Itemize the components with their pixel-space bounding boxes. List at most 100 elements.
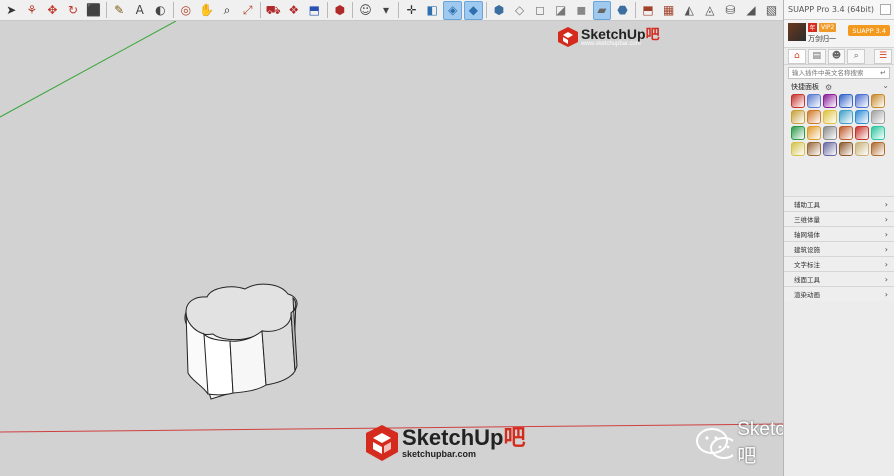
monochrome-icon[interactable]: ◭ — [680, 1, 699, 20]
toolbar-separator — [485, 2, 487, 18]
user-account-icon[interactable]: ☺ — [356, 1, 375, 20]
toolbar-separator — [398, 2, 400, 18]
zoom-icon[interactable]: ⌕ — [218, 1, 237, 20]
main-toolbar: ➤ ⚘ ✥ ↻ ⬛ ✎ A ◐ ◎ ✋ ⌕ ⤢ ⛟ ❖ ⬒ ⬢ ☺ ▾ ✛ ◧ ◈ ◆ ⬢ ◇ ◻ ◪ ◼ ▰ ⬣ ⬒ ▦ ◭ ◬ ⛁ ◢ ▧ — [0, 0, 783, 21]
plugin-icon[interactable] — [871, 94, 885, 108]
scale-icon[interactable]: ⬛ — [84, 1, 103, 20]
scene-canvas[interactable] — [0, 21, 783, 476]
chevron-right-icon: › — [884, 199, 888, 209]
plugin-icon[interactable] — [823, 142, 837, 156]
plugin-icon[interactable] — [871, 126, 885, 140]
orbit-icon[interactable]: ◎ — [177, 1, 196, 20]
axes-icon[interactable]: ✛ — [402, 1, 421, 20]
plugin-category-item[interactable]: 轴网墙体 › — [784, 226, 894, 241]
quick-panel-header[interactable]: 快捷面板 ⚙ ⌄ — [784, 81, 894, 93]
wireframe-icon[interactable]: ◬ — [701, 1, 720, 20]
plugin-category-item[interactable]: 渲染动画 › — [784, 286, 894, 301]
front-view-icon[interactable]: ◻ — [531, 1, 550, 20]
extruded-shape — [184, 283, 298, 400]
plugin-category-item[interactable]: 线面工具 › — [784, 271, 894, 286]
paint-icon[interactable]: ◐ — [151, 1, 170, 20]
year-badge: 年 — [808, 23, 817, 32]
plugin-category-label: 线面工具 — [794, 276, 820, 284]
plugin-category-item[interactable]: 建筑设施 › — [784, 241, 894, 256]
suapp-version-button[interactable]: SUAPP 3.4 — [848, 25, 890, 36]
plugin-icon[interactable] — [823, 94, 837, 108]
components-icon[interactable]: ❖ — [284, 1, 303, 20]
section-plane-icon[interactable]: ◈ — [443, 0, 463, 20]
top-view-icon[interactable]: ◇ — [510, 1, 529, 20]
model-viewport[interactable]: SketchUp吧 www.sketchupbar.com SketchUp吧 … — [0, 21, 783, 476]
plugin-category-item[interactable]: 文字标注 › — [784, 256, 894, 271]
watermark-suffix-top: 吧 — [645, 26, 660, 42]
gear-icon[interactable]: ⚙ — [825, 83, 832, 92]
plugin-icon[interactable] — [839, 94, 853, 108]
plugin-icon[interactable] — [823, 110, 837, 124]
list-tab-icon[interactable]: ▤ — [807, 48, 826, 64]
sandbox-icon[interactable]: ◢ — [742, 1, 761, 20]
right-view-icon[interactable]: ◪ — [551, 1, 570, 20]
user-info: 年 VIP2 万剑归一 SUAPP 3.4 — [784, 20, 894, 48]
plugin-icon[interactable] — [791, 142, 805, 156]
textured-icon[interactable]: ▦ — [659, 1, 678, 20]
wechat-watermark: SketchUp吧 — [695, 419, 783, 468]
plugin-icon[interactable] — [855, 126, 869, 140]
plugin-icon[interactable] — [839, 110, 853, 124]
rotate-icon[interactable]: ↻ — [64, 1, 83, 20]
panel-close-button[interactable] — [880, 4, 891, 15]
xray-icon[interactable]: ◧ — [423, 1, 442, 20]
chevron-down-icon[interactable]: ⌄ — [882, 81, 889, 90]
3d-warehouse-icon[interactable]: ⛟ — [264, 1, 283, 20]
section-fill-icon[interactable]: ◆ — [464, 0, 483, 20]
pan-icon[interactable]: ✋ — [197, 1, 216, 20]
zoom-extents-icon[interactable]: ⤢ — [238, 1, 257, 20]
plugin-icon[interactable] — [871, 110, 885, 124]
terrain-icon[interactable]: ▧ — [762, 1, 781, 20]
watermark-logo-bottom: SketchUp吧 sketchupbar.com — [365, 424, 526, 462]
plugin-category-label: 辅助工具 — [794, 201, 820, 209]
plugin-icon[interactable] — [871, 142, 885, 156]
plugin-icon[interactable] — [855, 94, 869, 108]
plugin-icon[interactable] — [807, 126, 821, 140]
move-icon[interactable]: ✥ — [43, 1, 62, 20]
share-model-icon[interactable]: ⬒ — [305, 1, 324, 20]
home-tab-icon[interactable]: ⌂ — [788, 48, 806, 64]
plugin-icon[interactable] — [791, 126, 805, 140]
toolbar-separator — [352, 2, 354, 18]
paint-bucket-icon[interactable]: ⚘ — [23, 1, 42, 20]
enter-icon[interactable]: ↵ — [880, 68, 886, 78]
plugin-icon[interactable] — [839, 142, 853, 156]
text-icon[interactable]: A — [130, 1, 149, 20]
back-view-icon[interactable]: ◼ — [572, 1, 591, 20]
plugin-category-item[interactable]: 辅助工具 › — [784, 196, 894, 211]
plugin-search-input[interactable]: 输入插件中英文名称搜索 ↵ — [788, 67, 890, 79]
chevron-right-icon: › — [884, 274, 888, 284]
style-icon[interactable]: ⬣ — [613, 1, 632, 20]
watermark-url-bottom: sketchupbar.com — [402, 449, 477, 459]
plugin-icon[interactable] — [823, 126, 837, 140]
dropdown-arrow-icon[interactable]: ▾ — [377, 1, 396, 20]
avatar[interactable] — [788, 23, 806, 41]
plugin-search-placeholder: 输入插件中英文名称搜索 — [792, 69, 864, 77]
plugin-icon[interactable] — [807, 110, 821, 124]
plugin-category-item[interactable]: 三维体量 › — [784, 211, 894, 226]
extension-warehouse-icon[interactable]: ⬢ — [331, 1, 350, 20]
select-icon[interactable]: ➤ — [2, 1, 21, 20]
tape-measure-icon[interactable]: ✎ — [110, 1, 129, 20]
menu-tab-icon[interactable]: ☰ — [874, 48, 892, 64]
shaded-icon[interactable]: ⬒ — [639, 1, 658, 20]
plugin-icon[interactable] — [807, 142, 821, 156]
search-tab-icon[interactable]: ⌕ — [847, 48, 866, 64]
plugin-icon[interactable] — [855, 142, 869, 156]
plugin-icon[interactable] — [807, 94, 821, 108]
iso-view-icon[interactable]: ⬢ — [490, 1, 509, 20]
plugin-icon[interactable] — [855, 110, 869, 124]
user-tab-icon[interactable]: ☻ — [827, 48, 846, 64]
plugin-icon[interactable] — [839, 126, 853, 140]
plugin-icon[interactable] — [791, 110, 805, 124]
sketchup-logo-icon — [366, 425, 398, 461]
hidden-line-icon[interactable]: ⛁ — [721, 1, 740, 20]
quick-panel-label: 快捷面板 — [791, 83, 819, 91]
left-view-icon[interactable]: ▰ — [592, 0, 612, 20]
plugin-icon[interactable] — [791, 94, 805, 108]
